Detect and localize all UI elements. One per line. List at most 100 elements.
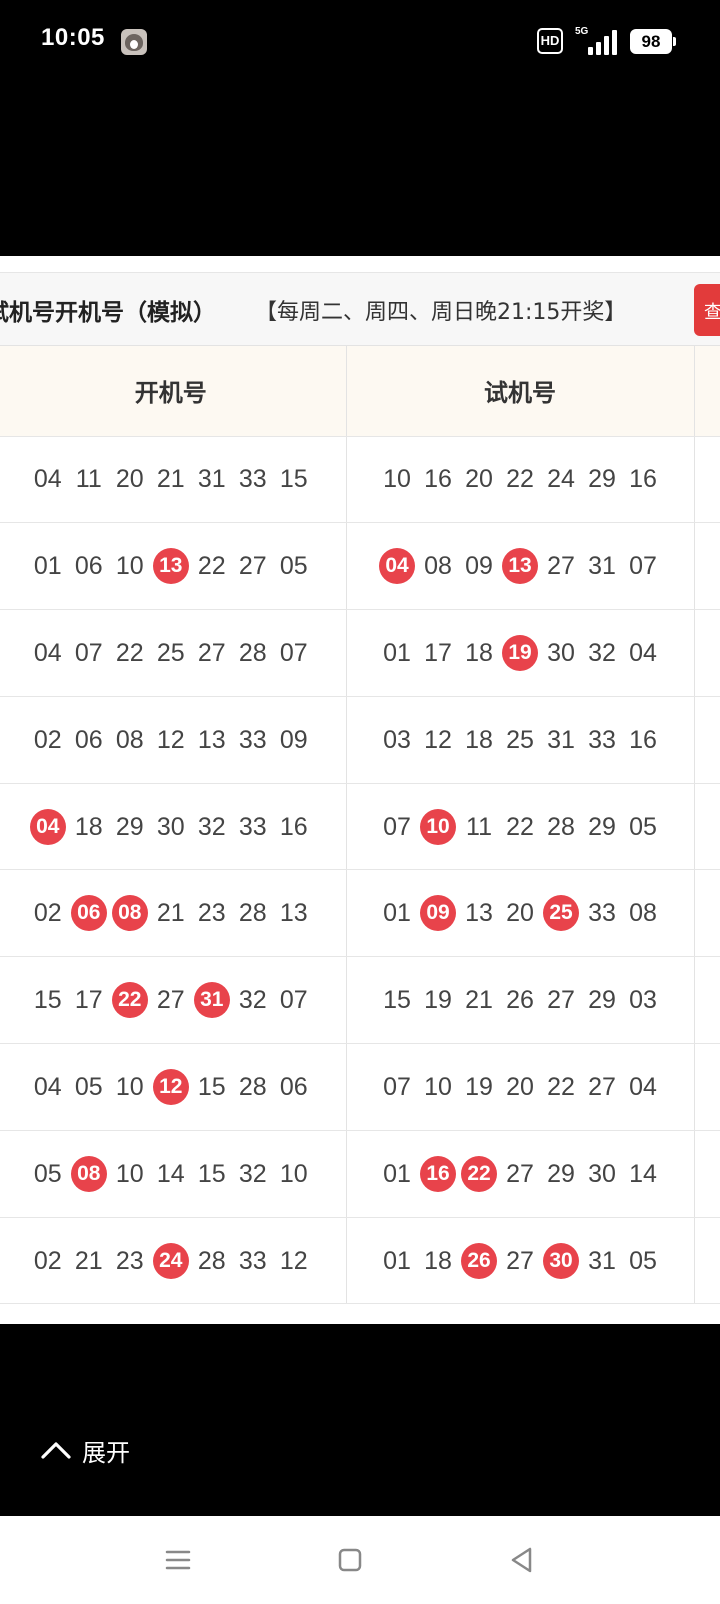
number: 32: [238, 1159, 267, 1188]
number: 27: [238, 552, 267, 581]
number: 08: [629, 899, 657, 928]
number: 32: [238, 986, 267, 1015]
number: 04: [629, 1072, 657, 1101]
extra-cell: [694, 869, 720, 958]
highlighted-number-ball: 26: [461, 1242, 497, 1279]
number: 12: [279, 1246, 308, 1275]
number: 11: [75, 465, 102, 494]
number: 01: [383, 899, 411, 928]
trial-numbers-cell: 03 12 18 25 31 33 16: [346, 696, 695, 784]
number: 27: [547, 552, 575, 581]
status-bar: 10:05 HD 5G 98: [0, 0, 720, 84]
number: 01: [383, 638, 411, 667]
highlighted-number-ball: 12: [152, 1068, 189, 1105]
open-numbers-cell: 04 18 29 30 32 33 16: [0, 783, 347, 871]
number: 21: [465, 986, 493, 1015]
table-row: 02 06 08 12 13 33 09 03 12 18 25 31 33 16: [0, 696, 720, 784]
number: 20: [115, 465, 144, 494]
home-square-icon[interactable]: [334, 1544, 366, 1576]
trial-numbers-cell: 10 16 20 22 24 29 16: [346, 436, 695, 524]
highlighted-number-ball: 31: [193, 982, 230, 1019]
expand-toggle[interactable]: 展开: [40, 1430, 130, 1470]
open-numbers-cell: 02 21 23 24 28 33 12: [0, 1217, 347, 1305]
number: 13: [279, 899, 308, 928]
number: 29: [115, 812, 144, 841]
number: 27: [588, 1072, 616, 1101]
table-row: 04 18 29 30 32 33 16 07 10 11 22 28 29 05: [0, 783, 720, 871]
highlighted-number-ball: 16: [420, 1155, 456, 1192]
table-row: 02 21 23 24 28 33 12 01 18 26 27 30 31 05: [0, 1217, 720, 1305]
extra-cell: [694, 783, 720, 871]
number: 33: [238, 465, 267, 494]
number: 03: [629, 986, 657, 1015]
number: 05: [629, 812, 657, 841]
column-header-extra: [694, 346, 720, 437]
extra-cell: [694, 1130, 720, 1218]
number: 21: [156, 465, 185, 494]
trial-numbers-cell: 07 10 19 20 22 27 04: [346, 1043, 695, 1131]
number: 17: [424, 638, 452, 667]
number: 04: [33, 638, 62, 667]
system-nav-bar: [0, 1516, 720, 1604]
trial-numbers-cell: 15 19 21 26 27 29 03: [346, 956, 695, 1045]
open-numbers-cell: 05 08 10 14 15 32 10: [0, 1130, 347, 1218]
open-numbers-cell: 15 17 22 27 31 32 07: [0, 956, 347, 1045]
number: 01: [383, 1159, 411, 1188]
number: 18: [465, 725, 493, 754]
number: 06: [74, 725, 103, 754]
number: 33: [588, 899, 616, 928]
number: 12: [156, 725, 185, 754]
number: 02: [33, 725, 62, 754]
number: 28: [238, 1072, 267, 1101]
number: 15: [383, 986, 411, 1015]
table-row: 04 07 22 25 27 28 07 01 17 18 19 30 32 04: [0, 609, 720, 697]
number: 14: [156, 1159, 185, 1188]
lottery-content-panel: 试机号开机号（模拟） 【每周二、周四、周日晚21:15开奖】 查 开机号 试机号…: [0, 256, 720, 1324]
number: 02: [33, 899, 62, 928]
highlighted-number-ball: 10: [420, 808, 456, 845]
number: 31: [588, 1246, 616, 1275]
number: 05: [629, 1246, 657, 1275]
highlighted-number-ball: 25: [543, 895, 579, 932]
trial-numbers-cell: 01 09 13 20 25 33 08: [346, 869, 695, 958]
number: 33: [588, 725, 616, 754]
number: 16: [629, 465, 657, 494]
page-title: 试机号开机号（模拟）: [0, 300, 216, 326]
number: 33: [238, 725, 267, 754]
highlighted-number-ball: 06: [70, 895, 107, 932]
table-row: 04 05 10 12 15 28 06 07 10 19 20 22 27 04: [0, 1043, 720, 1131]
number: 05: [74, 1072, 103, 1101]
number: 23: [115, 1246, 144, 1275]
highlighted-number-ball: 24: [152, 1242, 189, 1279]
query-button[interactable]: 查: [694, 284, 720, 336]
number: 18: [74, 812, 103, 841]
title-bar: 试机号开机号（模拟） 【每周二、周四、周日晚21:15开奖】 查: [0, 272, 720, 346]
number: 18: [424, 1246, 452, 1275]
number: 16: [424, 465, 452, 494]
number: 30: [588, 1159, 616, 1188]
number: 30: [547, 638, 575, 667]
number: 15: [33, 986, 62, 1015]
menu-icon[interactable]: [162, 1544, 194, 1576]
number: 20: [465, 465, 493, 494]
number: 27: [197, 638, 226, 667]
highlighted-number-ball: 08: [111, 895, 148, 932]
number: 07: [383, 1072, 411, 1101]
number: 12: [424, 725, 452, 754]
number: 14: [629, 1159, 657, 1188]
highlighted-number-ball: 08: [70, 1155, 107, 1192]
number: 30: [156, 812, 185, 841]
number: 29: [588, 812, 616, 841]
number: 10: [279, 1159, 308, 1188]
open-numbers-cell: 02 06 08 12 13 33 09: [0, 696, 347, 784]
column-header-trial: 试机号: [346, 346, 695, 437]
highlighted-number-ball: 19: [502, 634, 538, 671]
number: 05: [279, 552, 308, 581]
number: 05: [33, 1159, 62, 1188]
trial-numbers-cell: 01 16 22 27 29 30 14: [346, 1130, 695, 1218]
back-triangle-icon[interactable]: [506, 1544, 538, 1576]
number: 11: [466, 812, 492, 841]
number: 06: [74, 552, 103, 581]
number: 27: [506, 1246, 534, 1275]
number: 29: [588, 465, 616, 494]
